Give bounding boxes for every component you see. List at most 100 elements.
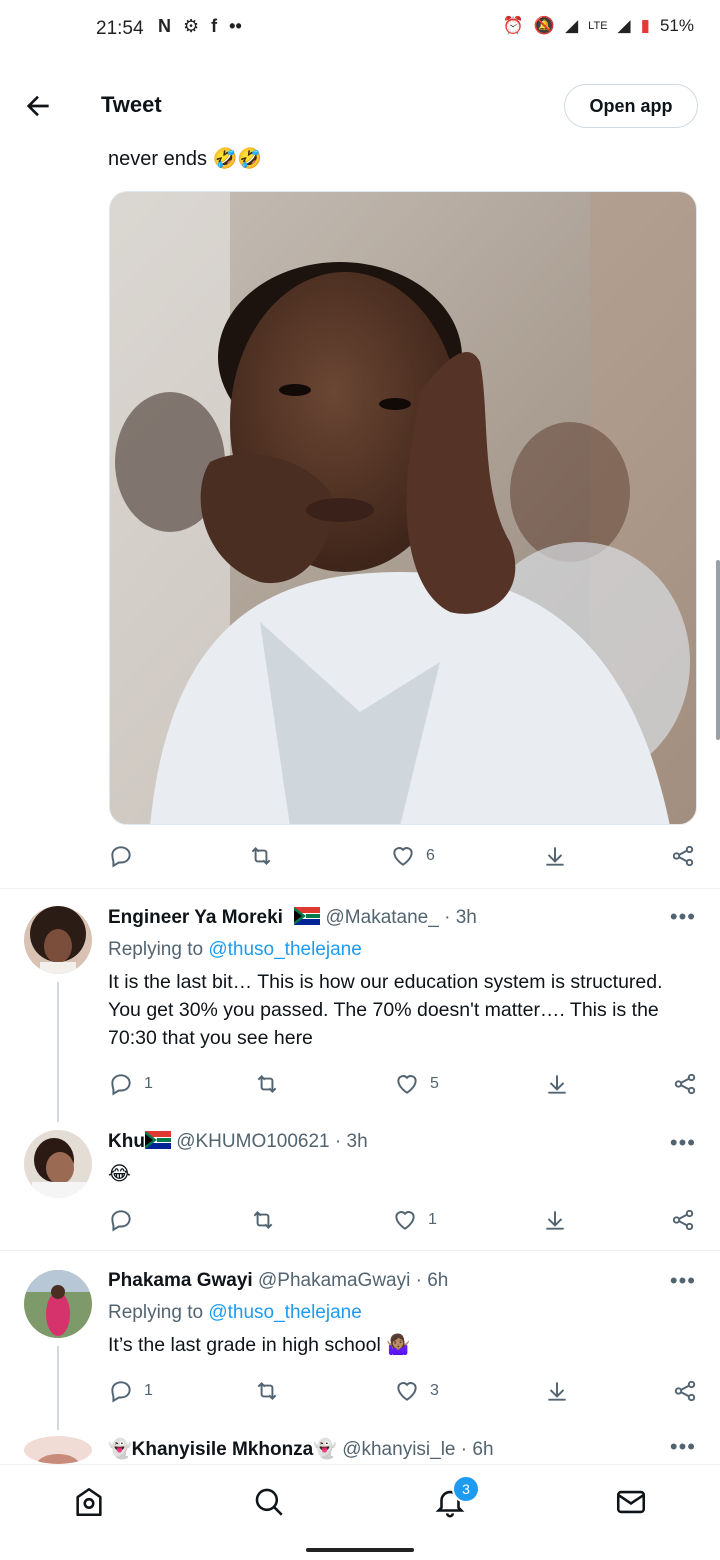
tweet-text: never ends 🤣🤣 (108, 148, 263, 170)
reply-icon (111, 1074, 131, 1096)
status-time: 21:54 (96, 18, 144, 39)
avatar[interactable] (24, 1130, 92, 1198)
avatar[interactable] (24, 906, 92, 974)
n-app-icon: N (158, 16, 171, 36)
retweet-icon (253, 1211, 273, 1229)
photo-image (110, 192, 696, 824)
reply-text: It’s the last grade in high school 🤷🏽‍♀️ (108, 1334, 411, 1356)
page-title: Tweet (101, 92, 162, 117)
avatar[interactable] (24, 1270, 92, 1338)
download-icon (546, 1211, 564, 1230)
share-button[interactable] (670, 1204, 696, 1236)
home-icon[interactable] (72, 1485, 106, 1519)
divider (0, 888, 720, 889)
retweet-icon (257, 1382, 277, 1400)
reply-header: Phakama Gwayi @PhakamaGwayi · 6h (108, 1270, 448, 1292)
status-bar: 21:54 N ⚙ f •• ⏰ 🔕 ◢ LTE ◢ ▮ 51% (0, 0, 720, 60)
more-options-icon[interactable]: ••• (670, 1130, 696, 1156)
reply-icon (111, 1210, 131, 1232)
avatar-image (24, 1130, 92, 1198)
retweet-icon (257, 1075, 277, 1093)
retweet-icon (251, 847, 271, 865)
more-options-icon[interactable]: ••• (670, 1434, 696, 1460)
more-options-icon[interactable]: ••• (670, 904, 696, 930)
share-icon (672, 845, 694, 867)
replying-to-prefix: Replying to (108, 939, 209, 960)
messages-mail-icon[interactable] (614, 1485, 648, 1519)
like-button[interactable]: 3 (394, 1375, 439, 1407)
alarm-icon: ⏰ (502, 16, 524, 35)
reply-header: Engineer Ya Moreki @Makatane_ · 3h (108, 907, 477, 929)
thread-line (57, 1346, 59, 1430)
retweet-button[interactable] (250, 1204, 276, 1236)
divider (0, 1250, 720, 1251)
replying-to: Replying to @thuso_thelejane (108, 939, 362, 961)
facebook-icon: f (211, 16, 218, 36)
tweet-actions: 6 (108, 840, 698, 872)
reply-header: 👻Khanyisile Mkhonza👻 @khanyisi_le · 6h (108, 1437, 494, 1461)
system-icons: ⏰ 🔕 ◢ LTE ◢ ▮ 51% (503, 16, 694, 36)
avatar[interactable] (24, 1436, 92, 1464)
network-type: LTE (588, 20, 608, 32)
avatar-image (24, 1270, 92, 1338)
reply-handle[interactable]: @PhakamaGwayi (258, 1270, 410, 1291)
signal-icon-2: ◢ (617, 16, 631, 35)
retweet-button[interactable] (248, 840, 274, 872)
south-africa-flag-icon (144, 1131, 171, 1149)
mute-icon: 🔕 (533, 16, 556, 35)
save-button[interactable] (542, 840, 568, 872)
avatar-image (24, 906, 92, 974)
reply-count: 1 (144, 1382, 153, 1399)
bottom-navigation: 3 (0, 1464, 720, 1537)
battery-level: 51% (659, 16, 694, 35)
notification-icons: N ⚙ f •• (158, 16, 242, 37)
reply-author-name[interactable]: Khu (108, 1131, 145, 1152)
heart-icon (397, 1382, 417, 1401)
replying-to-prefix: Replying to (108, 1302, 209, 1323)
reply-button[interactable]: 1 (108, 1068, 153, 1100)
share-icon (672, 1209, 694, 1231)
share-button[interactable] (670, 840, 696, 872)
replying-to-link[interactable]: @thuso_thelejane (208, 939, 361, 960)
share-button[interactable] (672, 1375, 698, 1407)
signal-icon: ◢ (565, 16, 579, 35)
reply-text: It is the last bit… This is how our educ… (108, 971, 663, 1049)
save-button[interactable] (544, 1375, 570, 1407)
reply-actions: 1 3 (108, 1375, 698, 1407)
heart-icon (395, 1211, 415, 1230)
reply-author-name[interactable]: Engineer Ya Moreki (108, 907, 283, 928)
save-button[interactable] (542, 1204, 568, 1236)
search-icon[interactable] (252, 1485, 286, 1519)
reply-button[interactable] (108, 840, 134, 872)
like-button[interactable]: 1 (392, 1204, 437, 1236)
like-button[interactable]: 5 (394, 1068, 439, 1100)
tweet-photo[interactable] (109, 191, 697, 825)
share-button[interactable] (672, 1068, 698, 1100)
reply-actions: 1 (108, 1204, 698, 1236)
scrollbar[interactable] (716, 560, 720, 740)
like-count: 5 (430, 1075, 439, 1092)
battery-icon: ▮ (640, 16, 650, 35)
open-app-button[interactable]: Open app (564, 84, 698, 128)
reply-button[interactable]: 1 (108, 1375, 153, 1407)
like-button[interactable]: 6 (390, 840, 435, 872)
reply-handle[interactable]: @khanyisi_le (342, 1439, 455, 1460)
retweet-button[interactable] (254, 1068, 280, 1100)
reply-handle[interactable]: @Makatane_ (326, 907, 439, 928)
reply-author-name[interactable]: Phakama Gwayi (108, 1270, 253, 1291)
reply-author-name[interactable]: 👻Khanyisile Mkhonza👻 (108, 1439, 337, 1460)
share-icon (674, 1380, 696, 1402)
more-notifications-icon: •• (229, 16, 242, 36)
save-button[interactable] (544, 1068, 570, 1100)
gesture-bar[interactable] (306, 1548, 414, 1552)
retweet-button[interactable] (254, 1375, 280, 1407)
like-count: 3 (430, 1382, 439, 1399)
heart-icon (393, 847, 413, 866)
back-arrow-icon[interactable] (22, 90, 54, 122)
share-icon (674, 1073, 696, 1095)
reply-handle[interactable]: @KHUMO100621 (176, 1131, 329, 1152)
replying-to-link[interactable]: @thuso_thelejane (208, 1302, 361, 1323)
download-icon (548, 1382, 566, 1401)
reply-button[interactable] (108, 1204, 134, 1236)
more-options-icon[interactable]: ••• (670, 1268, 696, 1294)
